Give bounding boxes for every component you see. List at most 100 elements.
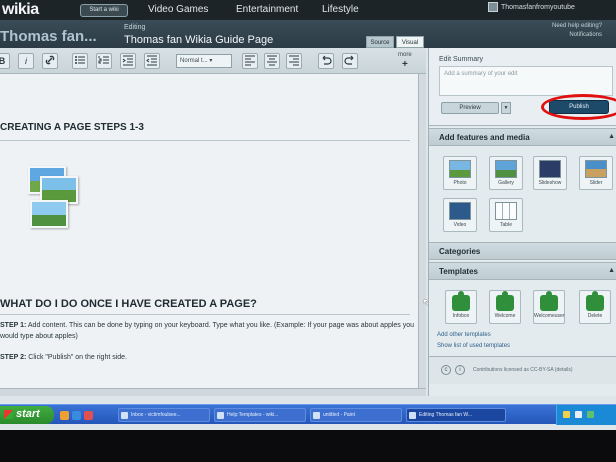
bullet-list-icon (75, 56, 85, 64)
tab-source[interactable]: Source (366, 36, 394, 48)
quick-launch-icon[interactable] (84, 411, 93, 420)
categories-title: Categories (439, 247, 481, 256)
taskbar-item-label: Help:Templates - wiki... (227, 412, 279, 418)
redo-button[interactable] (342, 53, 358, 69)
numbered-list-button[interactable] (96, 53, 112, 69)
undo-button[interactable] (318, 53, 334, 69)
window-icon (313, 412, 320, 419)
tab-visual[interactable]: Visual (396, 36, 424, 48)
show-used-templates-link[interactable]: Show list of used templates (437, 343, 510, 349)
license-footer: c i Contributions licensed as CC-BY-SA (… (429, 356, 616, 384)
step-1-label: STEP 1: (0, 322, 27, 329)
editor-header: Thomas fan... Editing Thomas fan Wikia G… (0, 20, 616, 48)
gallery-tool[interactable]: Gallery (489, 156, 523, 190)
photo-tool[interactable]: Photo (443, 156, 477, 190)
taskbar-item-help-templates[interactable]: Help:Templates - wiki... (214, 408, 306, 422)
collapse-arrow-icon[interactable]: ▲ (608, 267, 615, 274)
align-left-button[interactable] (242, 53, 258, 69)
gallery-icon (495, 160, 517, 178)
step-2-paragraph: STEP 2: Click "Publish" on the right sid… (0, 352, 416, 363)
edit-summary-label: Edit Summary (439, 56, 483, 63)
start-a-wiki-button[interactable]: Start a wiki (80, 4, 128, 17)
wikia-logo[interactable]: wikia (2, 1, 39, 19)
heading-creating-steps: CREATING A PAGE STEPS 1-3 (0, 122, 144, 133)
nav-link-entertainment[interactable]: Entertainment (236, 4, 298, 15)
italic-button[interactable]: i (18, 53, 34, 69)
tray-icon[interactable] (587, 411, 594, 418)
heading-what-to-do: WHAT DO I DO ONCE I HAVE CREATED A PAGE? (0, 298, 257, 310)
red-highlight-circle (541, 94, 616, 120)
editor-vertical-scrollbar[interactable] (418, 74, 426, 388)
format-select[interactable]: Normal t... ▾ (176, 54, 232, 68)
redo-icon (344, 55, 354, 65)
video-icon (449, 202, 471, 220)
user-menu[interactable]: Thomasfanfromyoutube (488, 2, 575, 12)
align-right-icon (289, 55, 299, 66)
bullet-list-button[interactable] (72, 53, 88, 69)
slideshow-tool[interactable]: Slideshow (533, 156, 567, 190)
photo-icon-3 (30, 200, 68, 228)
start-button[interactable]: start (0, 406, 54, 424)
format-select-value: Normal t... (180, 58, 208, 64)
categories-header[interactable]: Categories (429, 242, 616, 260)
step-2-text: Click "Publish" on the right side. (28, 354, 128, 361)
template-welcome-label: Welcome (494, 313, 516, 319)
template-welcomeuser-label: Welcomeuser (534, 313, 565, 319)
taskbar-item-editing[interactable]: Editing Thomas fan W... (406, 408, 506, 422)
editor-toolbar: B i Normal t... ▾ more + (0, 48, 426, 74)
help-links: Need help editing? Notifications (552, 22, 602, 40)
photo-tool-label: Photo (453, 180, 467, 186)
slideshow-icon (539, 160, 561, 178)
nav-link-lifestyle[interactable]: Lifestyle (322, 4, 359, 15)
taskbar-item-label: Inbox - victimfoulsee... (131, 412, 181, 418)
edit-summary-input[interactable]: Add a summary of your edit (439, 66, 613, 96)
more-label[interactable]: more (398, 52, 412, 58)
template-welcomeuser[interactable]: Welcomeuser (533, 290, 565, 324)
add-other-templates-link[interactable]: Add other templates (437, 332, 491, 338)
align-center-button[interactable] (264, 53, 280, 69)
license-text[interactable]: Contributions licensed as CC-BY-SA (deta… (473, 367, 573, 373)
align-right-button[interactable] (286, 53, 302, 69)
preview-dropdown-button[interactable]: ▼ (501, 102, 511, 114)
quick-launch-icon[interactable] (60, 411, 69, 420)
template-delete-label: Delete (587, 313, 603, 319)
wiki-name[interactable]: Thomas fan... (0, 28, 97, 45)
template-welcome[interactable]: Welcome (489, 290, 521, 324)
undo-icon (322, 55, 332, 65)
quick-launch-icon[interactable] (72, 411, 81, 420)
tray-icon[interactable] (575, 411, 582, 418)
step-2-label: STEP 2: (0, 354, 27, 361)
editor-horizontal-scrollbar[interactable] (0, 388, 426, 396)
taskbar-item-inbox[interactable]: Inbox - victimfoulsee... (118, 408, 210, 422)
taskbar-item-paint[interactable]: untitled - Paint (310, 408, 402, 422)
help-editing-link[interactable]: Need help editing? (552, 22, 602, 31)
align-left-icon (245, 55, 255, 66)
slider-tool-label: Slider (589, 180, 603, 186)
editor-content[interactable]: CREATING A PAGE STEPS 1-3 WHAT DO I DO O… (0, 74, 418, 388)
template-infobox[interactable]: Infobox (445, 290, 477, 324)
wikia-global-nav: wikia Start a wiki Video Games Entertain… (0, 0, 616, 20)
more-plus-icon[interactable]: + (402, 59, 408, 70)
nav-link-video-games[interactable]: Video Games (148, 4, 208, 15)
indent-button[interactable] (120, 53, 136, 69)
notifications-link[interactable]: Notifications (552, 31, 602, 40)
window-icon (217, 412, 224, 419)
tray-icon[interactable] (563, 411, 570, 418)
editing-label: Editing (124, 24, 146, 31)
photo-icon (449, 160, 471, 178)
right-rail: Edit Summary Add a summary of your edit … (428, 48, 616, 396)
taskbar-item-label: untitled - Paint (323, 412, 355, 418)
table-tool[interactable]: Table (489, 198, 523, 232)
video-tool[interactable]: Video (443, 198, 477, 232)
add-features-title: Add features and media (439, 133, 530, 142)
preview-button[interactable]: Preview (441, 102, 499, 114)
bold-button[interactable]: B (0, 53, 10, 69)
image-placeholder[interactable] (26, 166, 86, 232)
add-features-header[interactable]: Add features and media ▲ (429, 128, 616, 146)
slider-tool[interactable]: Slider (579, 156, 613, 190)
templates-header[interactable]: Templates ▲ (429, 262, 616, 280)
collapse-arrow-icon[interactable]: ▲ (608, 133, 615, 140)
outdent-button[interactable] (144, 53, 160, 69)
link-button[interactable] (42, 53, 58, 69)
template-delete[interactable]: Delete (579, 290, 611, 324)
